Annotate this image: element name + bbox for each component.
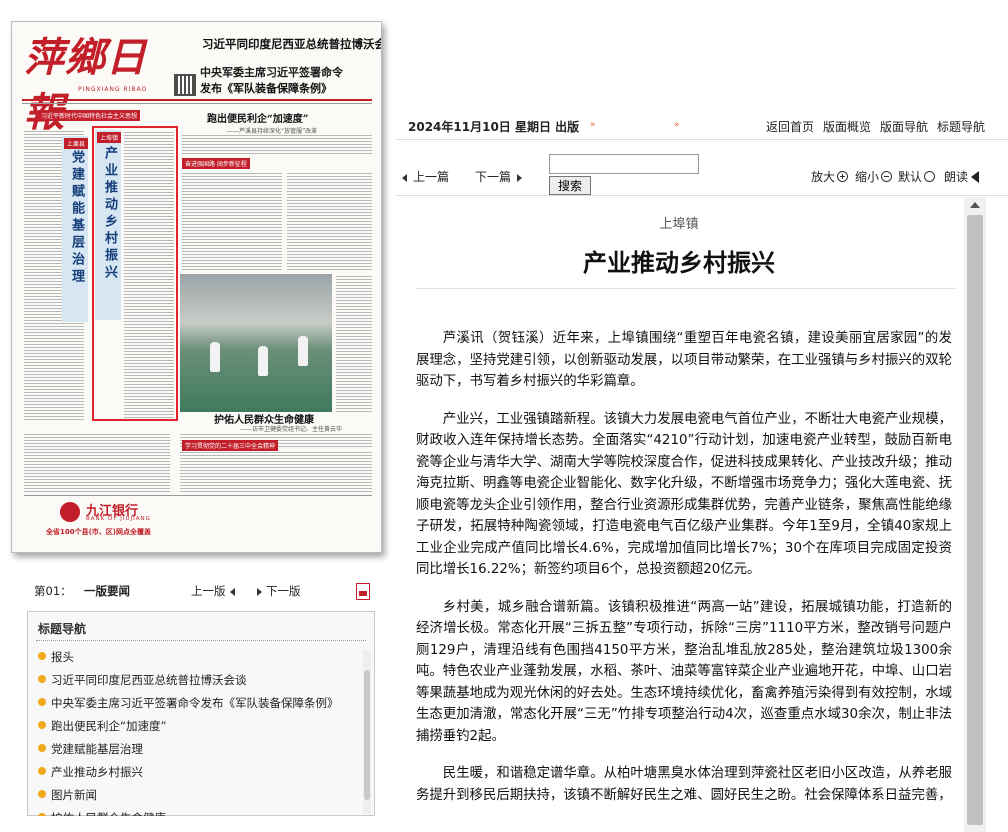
bank-name-en: BANK OF JIUJIANG — [86, 516, 151, 522]
article-paragraph: 民生暖，和谐稳定谱华章。从柏叶塘黑臭水体治理到萍瓷社区老旧小区改造，从养老服务提… — [416, 766, 952, 803]
title-navigation-heading: 标题导航 — [38, 622, 87, 636]
title-link[interactable]: 党建赋能基层治理 — [36, 738, 361, 761]
search-button[interactable]: 搜索 — [549, 176, 591, 195]
read-aloud-label: 朗读 — [944, 170, 969, 184]
divider — [36, 640, 366, 641]
article-body: 芦溪讯（贺钰溪）近年来，上埠镇围绕“重塑百年电瓷名镇，建设美丽宜居家园”的发展理… — [416, 328, 952, 822]
article-paragraph: 乡村美，城乡融合谱新篇。该镇积极推进“两高一站”建设，拓展城镇功能，打造新的经济… — [416, 599, 952, 744]
next-page-label: 下一版 — [266, 584, 301, 598]
next-article-label: 下一篇 — [475, 170, 512, 184]
search-input[interactable] — [549, 154, 699, 174]
headline-3[interactable]: 跑出便民利企“加速度” — [207, 110, 309, 125]
home-link[interactable]: 返回首页 — [766, 118, 814, 135]
zoom-default-button[interactable]: 默认 — [898, 168, 936, 185]
read-aloud-button[interactable]: 朗读 — [944, 168, 980, 185]
article-content: 上埠镇 产业推动乡村振兴 芦溪讯（贺钰溪）近年来，上埠镇围绕“重塑百年电瓷名镇，… — [396, 197, 962, 832]
speaker-icon — [971, 171, 980, 183]
top-bar: 2024年11月10日 星期日 出版 » » 返回首页 版面概览 版面导航 标题… — [396, 112, 1008, 140]
zoom-default-label: 默认 — [898, 170, 923, 184]
text-block — [24, 432, 170, 492]
arrow-left-icon — [229, 587, 235, 596]
title-link[interactable]: 习近平同印度尼西亚总统普拉博沃会谈 — [36, 669, 361, 692]
section-banner-2: 奋进强国路 阔步新征程 — [182, 158, 250, 169]
article-toolbar: 上一篇 下一篇 搜索 放大 缩小 默认 朗读 — [396, 150, 1008, 196]
zoom-in-label: 放大 — [811, 170, 836, 184]
plus-icon — [837, 171, 849, 182]
prev-page-link[interactable]: 上一版 — [191, 583, 241, 599]
selected-article-highlight[interactable] — [92, 126, 178, 421]
newspaper-page-image[interactable]: 萍鄉日報 PINGXIANG RIBAO 习近平同印度尼西亚总统普拉博沃会谈 中… — [11, 21, 382, 553]
zoom-out-button[interactable]: 缩小 — [855, 168, 893, 185]
arrow-right-icon — [257, 587, 262, 596]
circle-icon — [924, 171, 936, 182]
arrow-right-icon — [517, 173, 523, 182]
masthead-divider — [22, 99, 372, 101]
news-photo[interactable] — [180, 274, 332, 412]
vertical-headline-left[interactable]: 党建赋能基层治理 — [67, 150, 86, 286]
text-block — [182, 172, 282, 270]
text-block — [336, 276, 372, 412]
text-block — [287, 172, 372, 270]
bank-slogan: 全省100个县(市、区)网点全覆盖 — [46, 528, 152, 536]
title-link[interactable]: 跑出便民利企“加速度” — [36, 715, 361, 738]
prev-article-link[interactable]: 上一篇 — [402, 168, 449, 185]
article-paragraph: 芦溪讯（贺钰溪）近年来，上埠镇围绕“重塑百年电瓷名镇，建设美丽宜居家园”的发展理… — [416, 331, 952, 389]
title-link[interactable]: 图片新闻 — [36, 784, 361, 807]
zoom-out-label: 缩小 — [855, 170, 880, 184]
next-article-link[interactable]: 下一篇 — [475, 168, 523, 185]
scrollbar-thumb[interactable] — [967, 215, 983, 825]
text-block — [182, 134, 372, 154]
masthead-logo: 萍鄉日報 — [24, 34, 147, 136]
divider — [416, 288, 956, 289]
headline-1[interactable]: 习近平同印度尼西亚总统普拉博沃会谈 — [202, 36, 381, 52]
title-list: 报头 习近平同印度尼西亚总统普拉博沃会谈 中央军委主席习近平签署命令发布《军队装… — [36, 646, 361, 816]
page-overview-link[interactable]: 版面概览 — [823, 118, 871, 135]
title-list-scrollbar[interactable] — [363, 650, 371, 814]
arrow-left-icon — [402, 173, 407, 182]
section-banner-1: 习近平新时代中国特色社会主义思想 — [38, 110, 141, 121]
qr-code-icon — [174, 74, 196, 96]
issue-date: 2024年11月10日 星期日 出版 — [408, 120, 580, 134]
bank-advertisement: 九江银行 BANK OF JIUJIANG 全省100个县(市、区)网点全覆盖 — [24, 495, 372, 536]
title-link[interactable]: 中央军委主席习近平签署命令发布《军队装备保障条例》 — [36, 692, 361, 715]
photo-figure — [258, 346, 268, 376]
decor-arrow-icon: » — [674, 120, 680, 130]
page-nav-link[interactable]: 版面导航 — [880, 118, 928, 135]
next-page-link[interactable]: 下一版 — [257, 583, 301, 599]
masthead-divider-thin — [22, 103, 372, 104]
text-block — [180, 452, 372, 492]
article-subtitle: 上埠镇 — [659, 217, 699, 232]
article-title: 产业推动乡村振兴 — [583, 249, 775, 277]
scrollbar-thumb[interactable] — [364, 670, 370, 800]
page-name: 一版要闻 — [84, 584, 130, 598]
scroll-up-icon[interactable] — [970, 202, 980, 208]
title-link[interactable]: 产业推动乡村振兴 — [36, 761, 361, 784]
section-banner-3: 学习贯彻党的二十届三中全会精神 — [182, 440, 279, 451]
photo-figure — [210, 342, 220, 372]
title-nav-link[interactable]: 标题导航 — [937, 118, 985, 135]
minus-icon — [881, 171, 893, 182]
masthead-pinyin: PINGXIANG RIBAO — [78, 86, 148, 93]
title-link[interactable]: 报头 — [36, 646, 361, 669]
article-scrollbar[interactable] — [964, 197, 986, 832]
vtag-left: 上栗县 — [64, 138, 89, 149]
decor-arrow-icon: » — [590, 120, 596, 130]
title-link[interactable]: 护佑人民群众生命健康 — [36, 807, 361, 816]
photo-figure — [298, 336, 308, 366]
headline-2b[interactable]: 发布《军队装备保障条例》 — [200, 80, 332, 96]
prev-article-label: 上一篇 — [413, 170, 450, 184]
title-navigation-panel: 标题导航 报头 习近平同印度尼西亚总统普拉博沃会谈 中央军委主席习近平签署命令发… — [27, 611, 375, 816]
headline-4-sub: ——访市卫健委党组书记、主任黄云华 — [240, 426, 343, 433]
bank-logo-icon — [60, 502, 80, 522]
page-number-label: 第01： — [34, 584, 72, 598]
article-paragraph: 产业兴，工业强镇踏新程。该镇大力发展电瓷电气首位产业，不断壮大电瓷产业规模，财政… — [416, 411, 952, 578]
headline-2a[interactable]: 中央军委主席习近平签署命令 — [200, 64, 343, 80]
page-switcher: 第01： 一版要闻 上一版 下一版 — [34, 583, 376, 601]
pdf-download-icon[interactable] — [356, 583, 370, 600]
zoom-in-button[interactable]: 放大 — [811, 168, 849, 185]
page-root: 萍鄉日報 PINGXIANG RIBAO 习近平同印度尼西亚总统普拉博沃会谈 中… — [0, 0, 1008, 832]
prev-page-label: 上一版 — [191, 584, 226, 598]
